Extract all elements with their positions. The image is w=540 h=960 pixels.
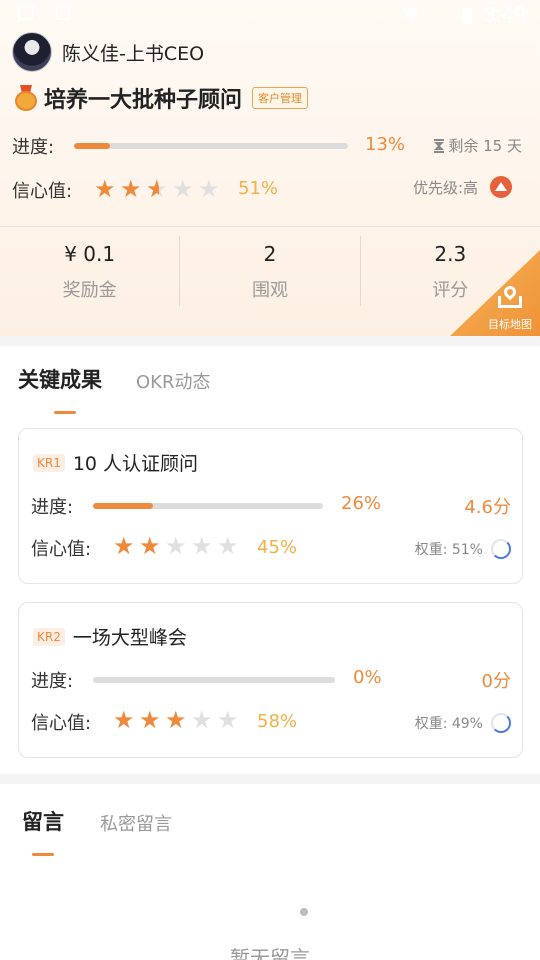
- kr-weight: 权重: 49%: [415, 713, 511, 733]
- goal-progress-fill: [74, 143, 110, 149]
- battery-icon: [462, 8, 472, 24]
- star-icon: ★: [172, 175, 194, 203]
- priority-high-icon: [490, 176, 512, 198]
- kr-weight-text: 权重: 51%: [414, 542, 483, 558]
- remaining-days: 剩余 15 天: [434, 135, 522, 156]
- notification-icon: [18, 6, 34, 20]
- confidence-label: 信心值:: [31, 713, 92, 734]
- star-icon: ★: [120, 175, 142, 203]
- kr-head: KR1 10 人认证顾问: [33, 449, 198, 476]
- empty-state-icon: [300, 908, 308, 916]
- kr-confidence-percent: 58%: [257, 711, 298, 732]
- goal-title-row: 培养一大批种子顾问 客户管理: [14, 82, 309, 114]
- kr-title: 一场大型峰会: [72, 627, 187, 649]
- key-results-section: 关键成果 OKR动态 KR1 10 人认证顾问 进度: 26% 4.6分 信心值…: [0, 346, 540, 774]
- kr-tabs: 关键成果 OKR动态: [18, 364, 210, 414]
- avatar[interactable]: [12, 32, 52, 72]
- kr-confidence-stars: ★ ★ ★ ★ ★: [113, 534, 243, 558]
- kr-confidence-percent: 45%: [257, 537, 298, 558]
- stats-row: ¥ 0.1 奖励金 2 围观 2.3 评分: [0, 236, 540, 306]
- comments-section: 留言 私密留言 暂无留言: [0, 784, 540, 960]
- kr-tag: KR2: [33, 627, 65, 646]
- remaining-days-text: 剩余 15 天: [448, 137, 522, 155]
- weight-ring-icon: [491, 539, 511, 559]
- star-icon: ★: [139, 532, 161, 560]
- star-icon: ★: [191, 532, 213, 560]
- kr-head: KR2 一场大型峰会: [33, 623, 187, 650]
- stat-value: 2.3: [434, 242, 467, 266]
- kr-weight-text: 权重: 49%: [414, 716, 483, 732]
- star-icon: ★: [217, 706, 239, 734]
- medal-icon: [14, 85, 38, 111]
- star-icon: ★: [165, 532, 187, 560]
- app-notification-icon: [56, 6, 70, 20]
- goal-map-label: 目标地图: [488, 318, 532, 331]
- goal-confidence-stars: ★ ★ ★ ★ ★: [94, 177, 224, 201]
- priority[interactable]: 优先级:高: [413, 176, 512, 198]
- progress-label: 进度:: [31, 497, 74, 518]
- stat-label: 奖励金: [62, 280, 117, 301]
- divider: [0, 226, 540, 227]
- goal-progress-percent: 13%: [365, 134, 406, 155]
- map-pin-icon: [498, 283, 522, 308]
- priority-text: 优先级:高: [412, 178, 478, 197]
- star-icon: ★: [217, 532, 239, 560]
- owner-name: 陈义佳-上书CEO: [62, 42, 205, 65]
- tab-key-results[interactable]: 关键成果: [18, 364, 102, 414]
- goal-progress-row: 进度: 13% 剩余 15 天: [12, 132, 528, 160]
- kr-tag: KR1: [33, 453, 65, 472]
- stat-value: 2: [263, 242, 277, 266]
- progress-label: 进度:: [12, 137, 55, 158]
- tab-private-comments[interactable]: 私密留言: [100, 810, 172, 836]
- kr-progress-percent: 26%: [341, 493, 382, 514]
- confidence-label: 信心值:: [31, 539, 92, 560]
- goal-confidence-row: 信心值: ★★★★★ 51% 优先级:高: [12, 176, 528, 204]
- kr-progress-row: 进度: 0% 0分: [31, 667, 511, 695]
- kr-card[interactable]: KR1 10 人认证顾问 进度: 26% 4.6分 信心值: ★ ★ ★ ★ ★ 45%…: [18, 428, 523, 584]
- goal-progress-bar: [74, 143, 348, 149]
- stat-label: 围观: [251, 280, 288, 301]
- tab-okr-activity[interactable]: OKR动态: [136, 368, 210, 394]
- kr-progress-fill: [93, 503, 153, 509]
- kr-title: 10 人认证顾问: [72, 453, 199, 475]
- kr-progress-row: 进度: 26% 4.6分: [31, 493, 511, 521]
- star-icon: ★: [146, 177, 172, 201]
- kr-score: 0分: [481, 671, 511, 692]
- star-icon: ★: [113, 532, 135, 560]
- kr-progress-bar: [93, 503, 323, 509]
- star-icon: ★: [191, 706, 213, 734]
- goal-category-tag: 客户管理: [252, 87, 309, 109]
- weight-ring-icon: [491, 713, 511, 733]
- goal-title: 培养一大批种子顾问: [44, 88, 243, 113]
- kr-confidence-row: 信心值: ★ ★ ★ ★ ★ 58% 权重: 49%: [31, 708, 511, 737]
- wifi-icon: [402, 8, 420, 22]
- stat-bonus[interactable]: ¥ 0.1 奖励金: [0, 236, 179, 306]
- star-icon: ★: [139, 706, 161, 734]
- star-icon: ★: [165, 706, 187, 734]
- stat-watchers[interactable]: 2 围观: [179, 236, 359, 306]
- goal-header: 3:49 陈义佳-上书CEO 培养一大批种子顾问 客户管理 进度: 13% 剩余…: [0, 0, 540, 336]
- goal-confidence-percent: 51%: [238, 178, 279, 199]
- star-icon: ★: [198, 175, 220, 203]
- kr-weight: 权重: 51%: [415, 539, 511, 559]
- empty-state-text: 暂无留言: [230, 946, 310, 960]
- kr-confidence-row: 信心值: ★ ★ ★ ★ ★ 45% 权重: 51%: [31, 534, 511, 563]
- confidence-label: 信心值:: [12, 181, 73, 202]
- star-icon: ★: [94, 175, 116, 203]
- kr-score: 4.6分: [464, 497, 511, 518]
- kr-progress-percent: 0%: [353, 667, 382, 688]
- tab-comments[interactable]: 留言: [22, 806, 64, 856]
- star-icon: ★: [113, 706, 135, 734]
- comment-tabs: 留言 私密留言: [22, 806, 172, 856]
- status-bar: 3:49: [0, 0, 540, 28]
- stat-value: ¥ 0.1: [64, 242, 116, 266]
- hourglass-icon: [434, 138, 445, 153]
- progress-label: 进度:: [31, 671, 74, 692]
- kr-card[interactable]: KR2 一场大型峰会 进度: 0% 0分 信心值: ★ ★ ★ ★ ★ 58% 权重: …: [18, 602, 523, 758]
- owner-row[interactable]: 陈义佳-上书CEO: [12, 32, 204, 72]
- status-time: 3:49: [483, 2, 526, 27]
- kr-progress-bar: [93, 677, 335, 683]
- kr-confidence-stars: ★ ★ ★ ★ ★: [113, 708, 243, 732]
